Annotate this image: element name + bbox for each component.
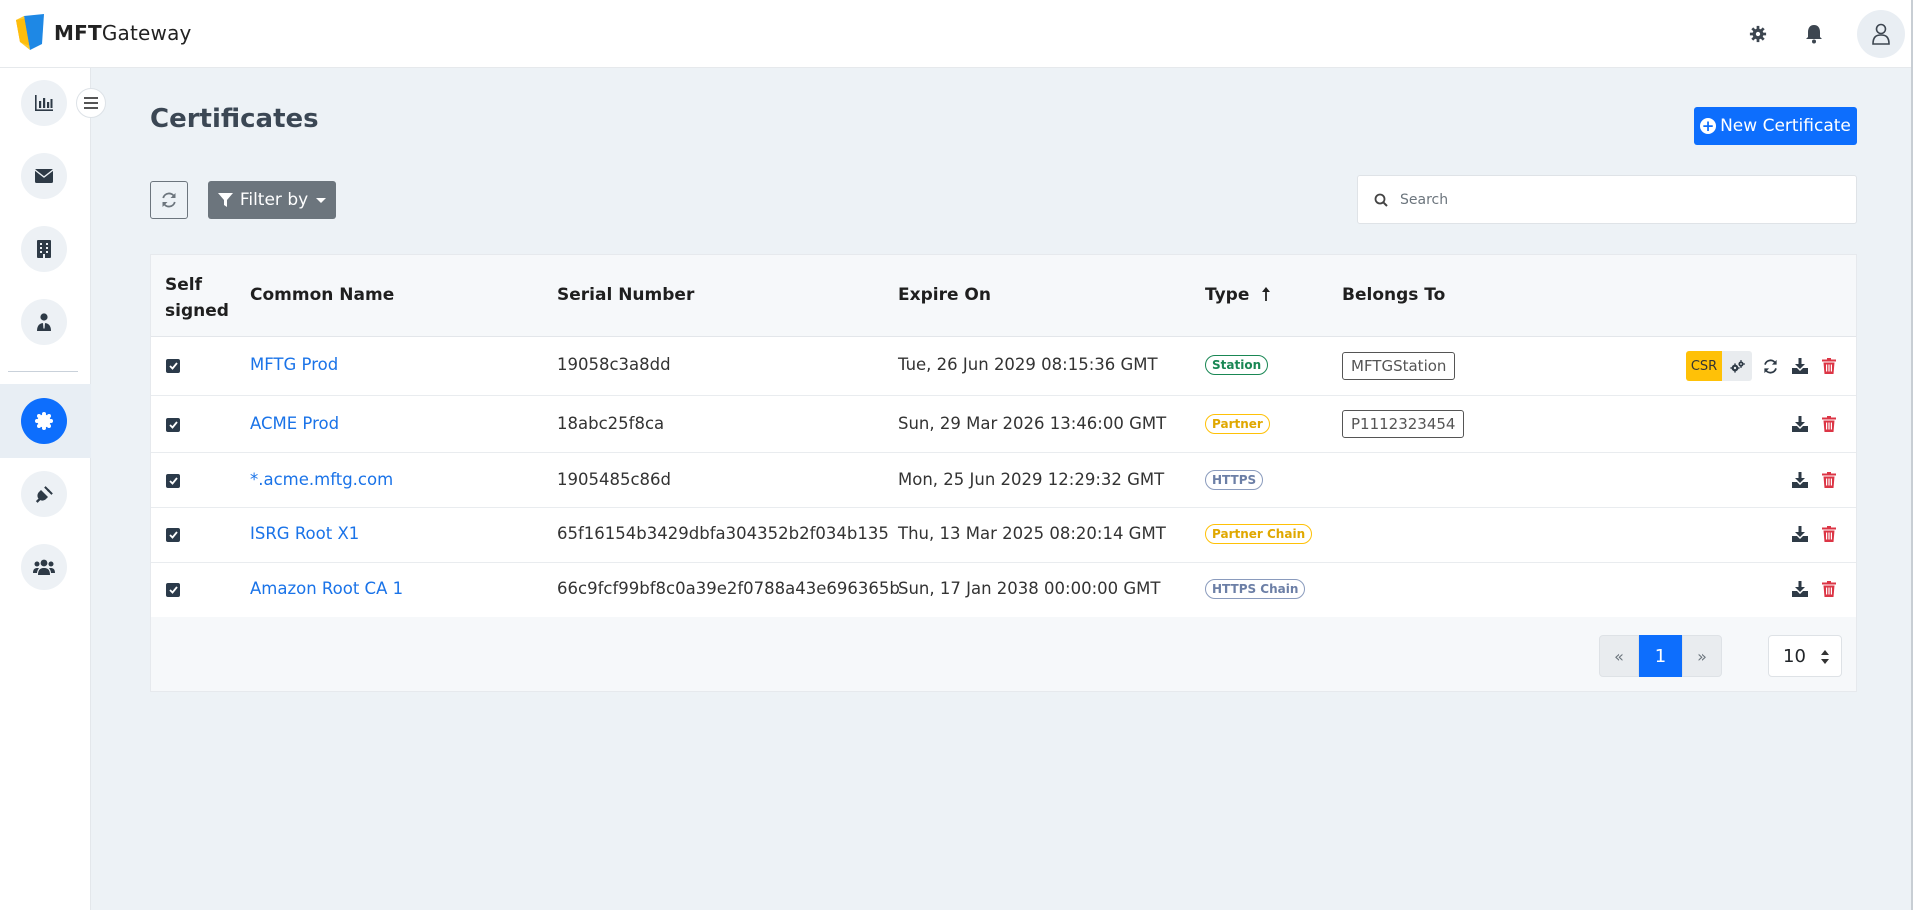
type-badge: Station [1205,355,1269,375]
common-name-link[interactable]: ISRG Root X1 [250,524,359,543]
serial-number: 65f16154b3429dbfa304352b2f034b135 [557,524,889,543]
certificate-icon [35,412,53,430]
expire-date: Tue, 26 Jun 2029 08:15:36 GMT [898,355,1158,374]
refresh-button[interactable] [150,181,188,219]
type-badge: Partner Chain [1205,524,1313,544]
download-icon[interactable] [1790,524,1810,544]
serial-number: 18abc25f8ca [557,414,665,433]
header-expire-on[interactable]: Expire On [898,285,991,305]
table-row: MFTG Prod 19058c3a8dd Tue, 26 Jun 2029 0… [151,337,1856,396]
header-belongs-to[interactable]: Belongs To [1342,285,1445,305]
pagination: « 1 » [1599,635,1722,677]
delete-icon[interactable] [1819,356,1839,376]
building-icon [37,240,51,258]
type-badge: HTTPS Chain [1205,579,1306,599]
table-row: *.acme.mftg.com 1905485c86d Mon, 25 Jun … [151,453,1856,508]
table-row: ACME Prod 18abc25f8ca Sun, 29 Mar 2026 1… [151,396,1856,453]
search-input[interactable] [1400,191,1820,208]
page-size-select[interactable]: 10 [1768,635,1842,677]
top-bar: MFTGateway [0,0,1913,68]
sidebar-item-integrations[interactable] [21,471,67,517]
plug-icon [35,486,53,503]
self-signed-checkbox[interactable] [166,359,180,373]
serial-number: 66c9fcf99bf8c0a39e2f0788a43e696365b [557,579,900,598]
type-badge: Partner [1205,414,1270,434]
filter-icon [217,192,233,207]
common-name-link[interactable]: MFTG Prod [250,355,338,374]
download-icon[interactable] [1790,414,1810,434]
delete-icon[interactable] [1819,524,1839,544]
sidebar-item-messages[interactable] [21,153,67,199]
search-icon [1374,193,1388,207]
self-signed-checkbox[interactable] [166,528,180,542]
common-name-link[interactable]: Amazon Root CA 1 [250,579,403,598]
header-common-name[interactable]: Common Name [250,285,394,305]
expire-date: Sun, 17 Jan 2038 00:00:00 GMT [898,579,1161,598]
serial-number: 1905485c86d [557,470,672,489]
table-row: Amazon Root CA 1 66c9fcf99bf8c0a39e2f078… [151,563,1856,617]
refresh-icon [162,192,176,208]
header-self-signed[interactable]: Self signed [165,272,229,324]
sidebar-item-dashboard[interactable] [21,80,67,126]
delete-icon[interactable] [1819,579,1839,599]
page-title: Certificates [150,104,319,134]
expire-date: Mon, 25 Jun 2029 12:29:32 GMT [898,470,1165,489]
plus-circle-icon: + [1700,117,1717,135]
sidebar [0,68,91,910]
download-icon[interactable] [1790,356,1810,376]
sidebar-item-stations[interactable] [21,226,67,272]
belongs-to-badge: P1112323454 [1342,410,1465,438]
renew-icon[interactable] [1760,356,1780,376]
self-signed-checkbox[interactable] [166,583,180,597]
sidebar-item-partners[interactable] [21,299,67,345]
bell-icon[interactable] [1801,21,1827,47]
serial-number: 19058c3a8dd [557,355,671,374]
user-tie-icon [37,313,51,331]
logo-icon [14,14,46,52]
caret-down-icon [316,197,327,203]
sort-arrows-icon [1821,650,1829,664]
download-icon[interactable] [1790,470,1810,490]
download-icon[interactable] [1790,579,1810,599]
cogs-button[interactable] [1722,351,1752,381]
brand-name: MFTGateway [54,21,192,45]
filter-dropdown-button[interactable]: Filter by [208,181,336,219]
type-badge: HTTPS [1205,470,1264,490]
header-type[interactable]: Type [1205,285,1271,305]
sidebar-item-certificates[interactable] [21,398,67,444]
user-avatar[interactable] [1857,10,1905,58]
header-serial-number[interactable]: Serial Number [557,285,694,305]
envelope-icon [35,169,53,183]
sidebar-toggle-button[interactable] [76,88,106,118]
sidebar-item-users[interactable] [21,544,67,590]
users-icon [33,559,55,575]
expire-date: Thu, 13 Mar 2025 08:20:14 GMT [898,524,1166,543]
pagination-page-1[interactable]: 1 [1639,635,1682,677]
user-icon [1872,23,1890,45]
sort-up-icon [1262,287,1271,301]
delete-icon[interactable] [1819,470,1839,490]
self-signed-checkbox[interactable] [166,474,180,488]
chart-bar-icon [35,95,53,111]
self-signed-checkbox[interactable] [166,418,180,432]
belongs-to-badge: MFTGStation [1342,352,1456,380]
table-header: Self signed Common Name Serial Number Ex… [151,255,1856,337]
gear-icon[interactable] [1745,21,1771,47]
brand[interactable]: MFTGateway [14,14,192,52]
certificates-table: Self signed Common Name Serial Number Ex… [150,254,1857,692]
new-certificate-button[interactable]: + New Certificate [1694,107,1857,145]
search-field[interactable] [1357,175,1857,224]
csr-button[interactable]: CSR [1686,351,1722,381]
delete-icon[interactable] [1819,414,1839,434]
hamburger-icon [84,97,98,109]
cogs-icon [1729,359,1745,373]
common-name-link[interactable]: ACME Prod [250,414,339,433]
common-name-link[interactable]: *.acme.mftg.com [250,470,393,489]
table-row: ISRG Root X1 65f16154b3429dbfa304352b2f0… [151,508,1856,563]
pagination-prev[interactable]: « [1599,635,1639,677]
expire-date: Sun, 29 Mar 2026 13:46:00 GMT [898,414,1167,433]
pagination-next[interactable]: » [1682,635,1722,677]
